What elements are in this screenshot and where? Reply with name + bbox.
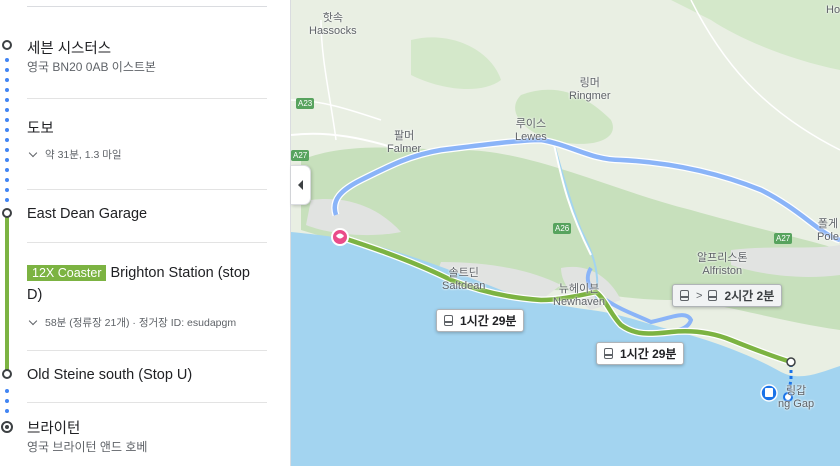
walk-dot (5, 399, 9, 403)
road-shield-a23: A23 (296, 98, 315, 109)
divider (27, 189, 267, 190)
walk-details-toggle[interactable]: 약 31분, 1.3 마일 (27, 147, 122, 162)
board-stop-title[interactable]: East Dean Garage (27, 206, 147, 222)
walk-dot (5, 188, 9, 192)
chevron-down-icon (28, 316, 38, 325)
destination-address: 영국 브라이턴 앤드 호베 (27, 440, 148, 454)
directions-panel: 세븐 시스터스 영국 BN20 0AB 이스트본 도보 약 31분, 1.3 마… (0, 0, 291, 466)
place-lewes: 루이스 Lewes (515, 118, 547, 143)
place-hassocks: 핫속 Hassocks (309, 12, 357, 37)
place-saltdean: 솔트딘 Saltdean (442, 267, 486, 292)
divider (27, 242, 267, 243)
walk-dot (5, 178, 9, 182)
road-shield-a27-east: A27 (774, 233, 793, 244)
walk-dot (5, 168, 9, 172)
place-ringmer: 링머 Ringmer (569, 77, 611, 102)
origin-title[interactable]: 세븐 시스터스 (27, 37, 111, 58)
walk-dot (5, 108, 9, 112)
divider (27, 98, 267, 99)
place-birling-gap: 링갑 ng Gap (778, 385, 815, 410)
bus-detail-text: 58분 (정류장 21개) · 정거장 ID: esudapgm (45, 317, 237, 329)
destination-title[interactable]: 브라이턴 (27, 417, 80, 438)
road-shield-a26: A26 (553, 223, 572, 234)
destination-marker-icon (1, 421, 13, 433)
bus-icon (444, 315, 453, 326)
bus-details-toggle[interactable]: 58분 (정류장 21개) · 정거장 ID: esudapgm (27, 315, 236, 330)
bus-segment-line (5, 214, 9, 372)
origin-marker-icon (2, 40, 12, 50)
walk-dot (5, 78, 9, 82)
walk-dot (5, 138, 9, 142)
alight-stop-title[interactable]: Old Steine south (Stop U) (27, 367, 192, 383)
walk-dot (5, 148, 9, 152)
divider (27, 6, 267, 7)
walk-dot (5, 68, 9, 72)
route-callout-main[interactable]: 1시간 29분 (436, 309, 525, 332)
chevron-down-icon (28, 148, 38, 157)
route-callout-alt[interactable]: > 2시간 2분 (672, 284, 783, 307)
walk-dot (5, 198, 9, 202)
walk-dot (5, 128, 9, 132)
walk-dot (5, 389, 9, 393)
walk-detail-text: 약 31분, 1.3 마일 (45, 149, 122, 161)
origin-address: 영국 BN20 0AB 이스트본 (27, 60, 156, 74)
place-polegate: 폴게 Pole (817, 218, 840, 243)
chevron-right-icon: > (696, 289, 703, 302)
bus-icon (708, 290, 718, 301)
walk-dot (5, 409, 9, 413)
route-callout-secondary[interactable]: 1시간 29분 (596, 342, 685, 365)
board-stop-marker-icon (2, 208, 12, 218)
chevron-left-icon (298, 180, 303, 190)
map-view[interactable]: 핫속 Hassocks 링머 Ringmer 팔머 Falmer 루이스 Lewes 솔… (291, 0, 840, 466)
bus-icon (680, 290, 689, 301)
bus-destination: Brighton Station (stop (110, 265, 250, 281)
route-badge: 12X Coaster (27, 265, 107, 281)
place-alfriston: 알프리스톤 Alfriston (697, 252, 748, 277)
walk-dot (5, 98, 9, 102)
bus-step-title: 12X Coaster Brighton Station (stop D) (27, 262, 267, 306)
road-shield-a27: A27 (291, 150, 310, 161)
place-falmer: 팔머 Falmer (387, 130, 422, 155)
alight-stop-marker-icon (2, 369, 12, 379)
divider (27, 402, 267, 403)
walk-step-title: 도보 (27, 121, 54, 137)
collapse-panel-button[interactable] (291, 165, 311, 205)
place-edge-label: Ho (826, 4, 840, 16)
walk-dot (5, 158, 9, 162)
place-newhaven: 뉴헤이븐 Newhaven (553, 283, 605, 308)
bus-icon (604, 348, 613, 359)
walk-dot (5, 88, 9, 92)
walk-dot (5, 58, 9, 62)
bus-destination-cont: D) (27, 287, 43, 303)
divider (27, 350, 267, 351)
walk-dot (5, 118, 9, 122)
